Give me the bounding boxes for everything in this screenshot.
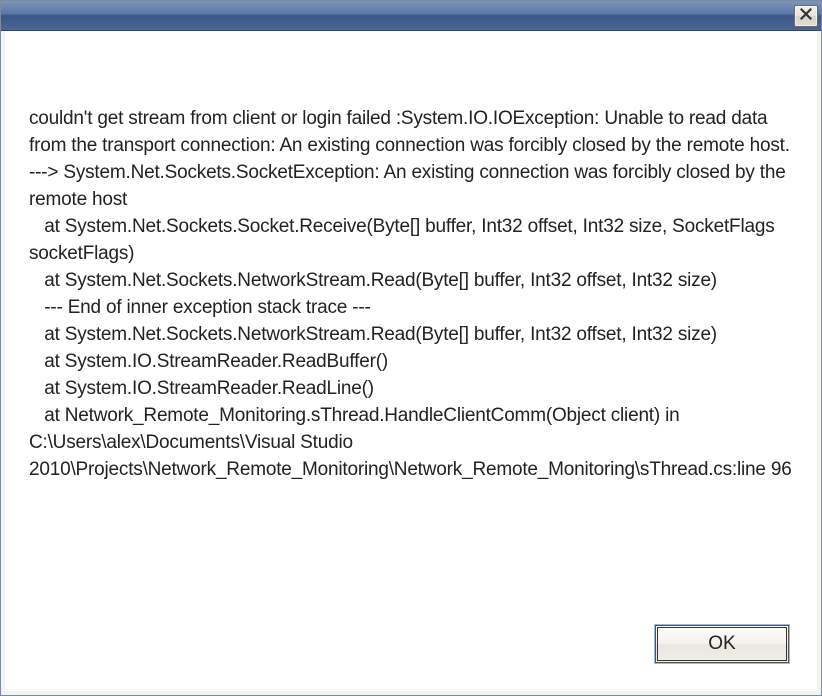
close-button[interactable]	[794, 5, 818, 27]
title-bar	[1, 1, 821, 31]
ok-button[interactable]: OK	[655, 625, 789, 663]
error-message: couldn't get stream from client or login…	[29, 106, 793, 484]
dialog-window: couldn't get stream from client or login…	[0, 0, 822, 696]
content-area: couldn't get stream from client or login…	[5, 31, 817, 691]
close-icon	[800, 7, 812, 25]
button-row: OK	[655, 625, 789, 663]
